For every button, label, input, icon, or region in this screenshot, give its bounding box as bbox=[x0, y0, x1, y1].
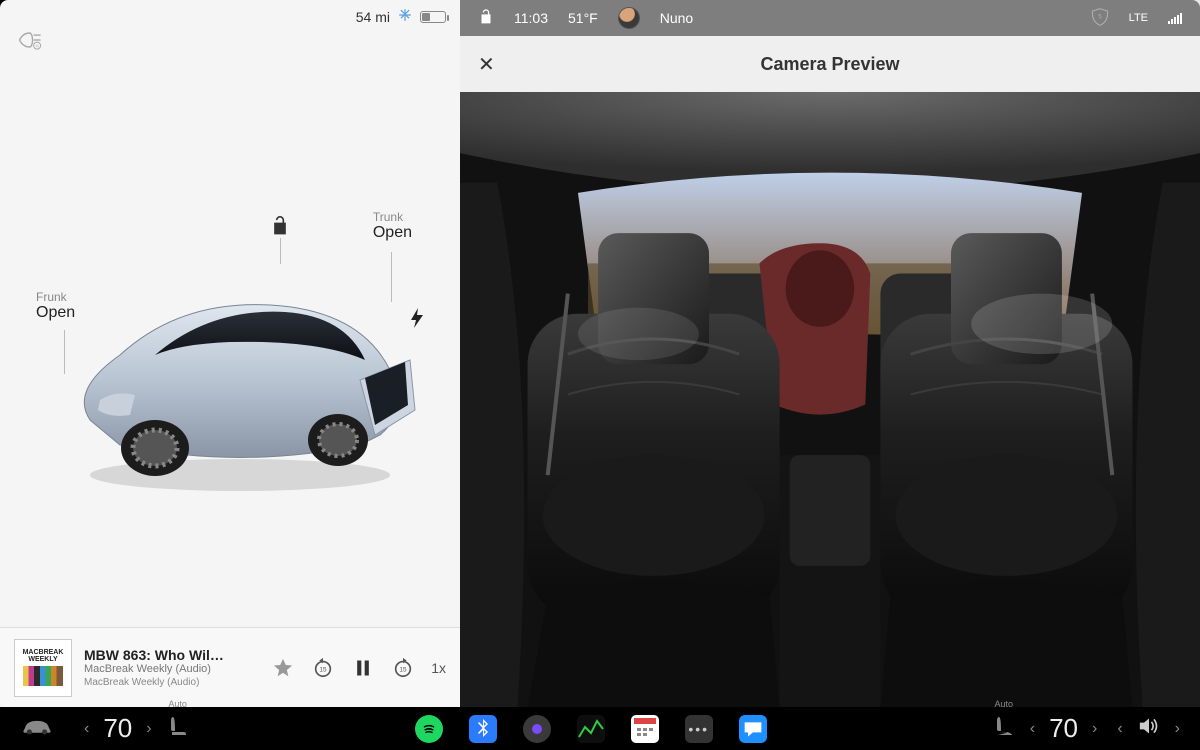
energy-app-icon[interactable] bbox=[577, 715, 605, 743]
volume-up[interactable]: › bbox=[1175, 720, 1180, 738]
camera-preview-title: Camera Preview bbox=[760, 54, 899, 75]
skip-forward-15-button[interactable]: 15 bbox=[391, 656, 415, 680]
more-apps-icon[interactable]: ••• bbox=[685, 715, 713, 743]
driver-avatar[interactable] bbox=[618, 7, 640, 29]
passenger-temp-value[interactable]: 70 bbox=[1049, 713, 1078, 744]
media-title: MBW 863: Who Will S bbox=[84, 647, 224, 663]
playback-speed-button[interactable]: 1x bbox=[431, 660, 446, 676]
media-info[interactable]: MBW 863: Who Will S MacBreak Weekly (Aud… bbox=[84, 647, 224, 688]
close-icon[interactable]: ✕ bbox=[478, 52, 495, 77]
vehicle-visualization: Trunk Open Frunk Open bbox=[0, 0, 460, 627]
bluetooth-app-icon[interactable] bbox=[469, 715, 497, 743]
passenger-temp-up[interactable]: › bbox=[1092, 720, 1097, 738]
driver-temp-control: ‹ 70 › bbox=[84, 713, 152, 744]
passenger-temp-down[interactable]: ‹ bbox=[1030, 720, 1035, 738]
svg-text:15: 15 bbox=[320, 666, 328, 673]
lock-status-icon[interactable] bbox=[478, 8, 494, 29]
camera-preview-feed[interactable] bbox=[460, 92, 1200, 707]
signal-bars-icon bbox=[1168, 12, 1182, 24]
svg-text:5: 5 bbox=[1098, 14, 1102, 20]
media-subtitle: MacBreak Weekly (Audio) bbox=[84, 663, 224, 675]
trunk-button[interactable]: Trunk Open bbox=[373, 210, 412, 242]
outside-temp: 51°F bbox=[568, 10, 598, 26]
route-shield-icon: 5 bbox=[1091, 7, 1109, 30]
driver-name[interactable]: Nuno bbox=[660, 10, 693, 26]
clock: 11:03 bbox=[514, 10, 548, 26]
driver-temp-down[interactable]: ‹ bbox=[84, 720, 89, 738]
svg-text:15: 15 bbox=[400, 666, 408, 673]
vehicle-status-panel: 54 mi A Trunk Open bbox=[0, 0, 460, 707]
media-source: MacBreak Weekly (Audio) bbox=[84, 677, 224, 688]
spotify-app-icon[interactable] bbox=[415, 715, 443, 743]
driver-seat-heater-icon[interactable] bbox=[166, 713, 190, 744]
messages-app-icon[interactable] bbox=[739, 715, 767, 743]
passenger-temp-control: ‹ 70 › bbox=[1030, 713, 1098, 744]
passenger-seat-mode: Auto bbox=[995, 699, 1014, 709]
calendar-app-icon[interactable] bbox=[631, 715, 659, 743]
passenger-seat-heater-icon[interactable] bbox=[992, 713, 1016, 744]
right-panel: 11:03 51°F Nuno 5 LTE ✕ Camera Preview bbox=[460, 0, 1200, 707]
driver-temp-value[interactable]: 70 bbox=[103, 713, 132, 744]
favorite-button[interactable] bbox=[271, 656, 295, 680]
driver-temp-up[interactable]: › bbox=[146, 720, 151, 738]
skip-back-15-button[interactable]: 15 bbox=[311, 656, 335, 680]
status-bar: 11:03 51°F Nuno 5 LTE bbox=[460, 0, 1200, 36]
dashcam-app-icon[interactable] bbox=[523, 715, 551, 743]
volume-down[interactable]: ‹ bbox=[1117, 720, 1122, 738]
bottom-dock: ‹ 70 › Auto bbox=[0, 707, 1200, 750]
media-player: MACBREAK WEEKLY MBW 863: Who Will S MacB… bbox=[0, 627, 460, 707]
vehicle-render[interactable] bbox=[60, 260, 420, 480]
volume-icon[interactable] bbox=[1137, 716, 1161, 741]
play-pause-button[interactable] bbox=[351, 656, 375, 680]
media-artwork[interactable]: MACBREAK WEEKLY bbox=[14, 639, 72, 697]
camera-preview-header: ✕ Camera Preview bbox=[460, 36, 1200, 92]
driver-seat-mode: Auto bbox=[168, 699, 187, 709]
car-controls-icon[interactable] bbox=[20, 715, 54, 742]
network-type: LTE bbox=[1129, 12, 1148, 24]
